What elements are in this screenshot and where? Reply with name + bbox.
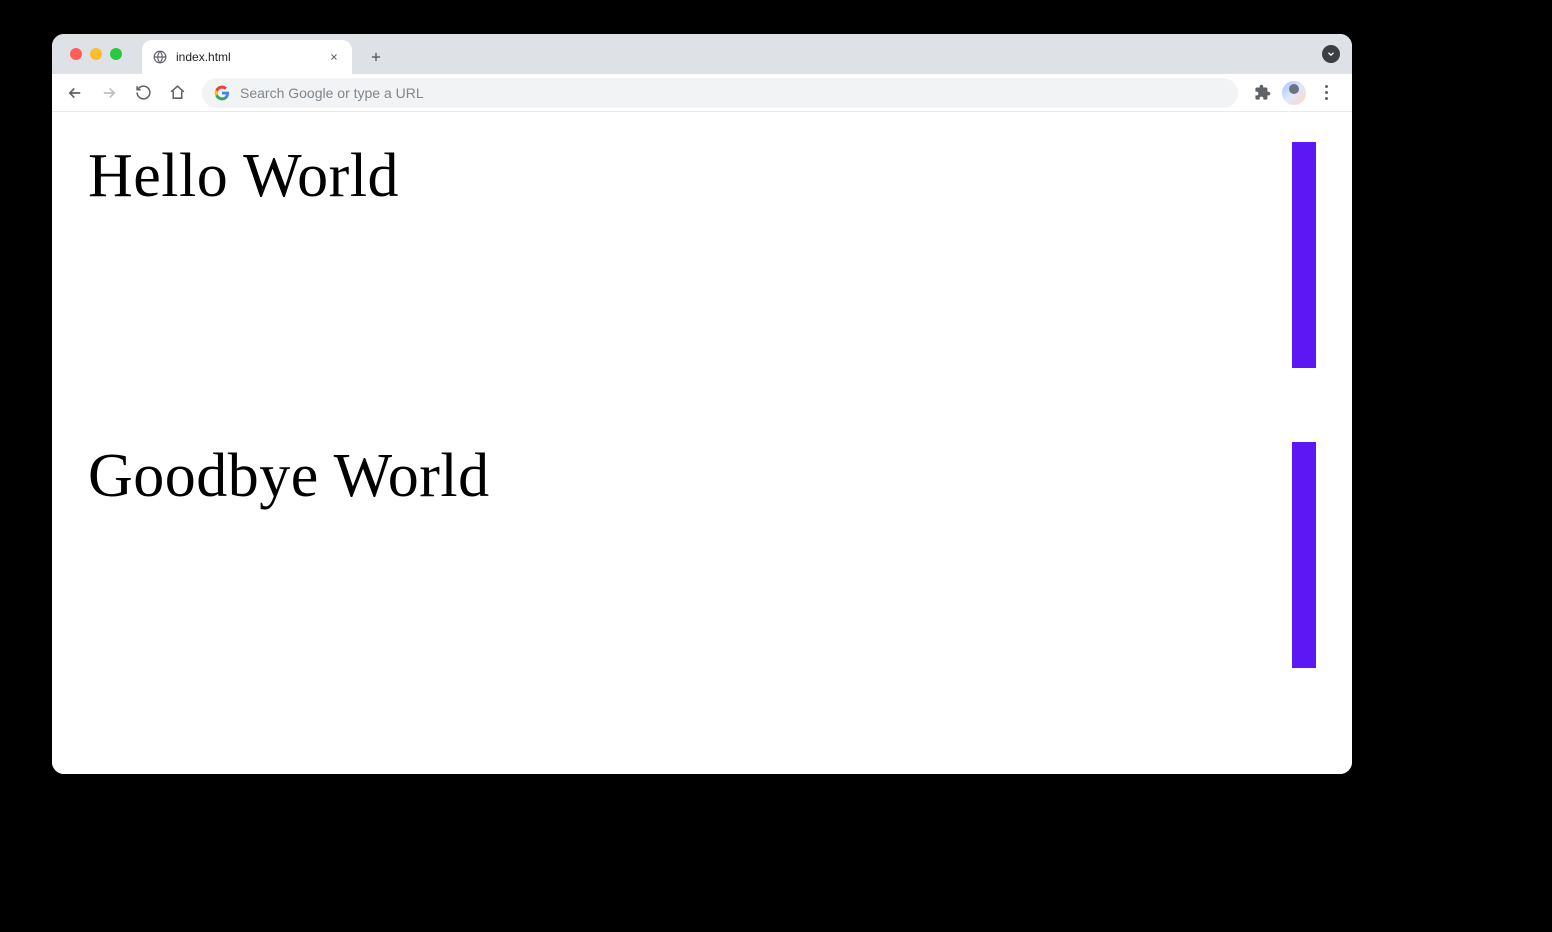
tab-close-button[interactable] (326, 49, 342, 65)
window-maximize-button[interactable] (110, 48, 122, 60)
window-close-button[interactable] (70, 48, 82, 60)
section-goodbye: Goodbye World (88, 442, 1316, 742)
browser-toolbar (52, 74, 1352, 112)
nav-reload-button[interactable] (128, 78, 158, 108)
profile-avatar[interactable] (1282, 81, 1306, 105)
heading-hello: Hello World (88, 142, 1316, 210)
tab-strip: index.html (52, 34, 1352, 74)
nav-home-button[interactable] (162, 78, 192, 108)
extensions-button[interactable] (1248, 79, 1276, 107)
window-minimize-button[interactable] (90, 48, 102, 60)
nav-forward-button[interactable] (94, 78, 124, 108)
tab-search-button[interactable] (1322, 45, 1340, 63)
browser-tab[interactable]: index.html (142, 40, 352, 74)
google-icon (214, 85, 230, 101)
address-input[interactable] (240, 85, 1226, 101)
address-bar[interactable] (202, 78, 1238, 108)
tab-title: index.html (176, 50, 318, 64)
nav-back-button[interactable] (60, 78, 90, 108)
accent-block-1 (1292, 142, 1316, 368)
page-viewport: Hello World Goodbye World (52, 112, 1352, 774)
heading-goodbye: Goodbye World (88, 442, 1316, 510)
toolbar-right (1248, 79, 1344, 107)
new-tab-button[interactable] (362, 43, 390, 71)
globe-icon (152, 49, 168, 65)
browser-menu-button[interactable] (1312, 79, 1340, 107)
accent-block-2 (1292, 442, 1316, 668)
section-hello: Hello World (88, 142, 1316, 442)
page-content: Hello World Goodbye World (52, 112, 1352, 774)
window-controls (64, 34, 130, 74)
browser-window: index.html (52, 34, 1352, 774)
